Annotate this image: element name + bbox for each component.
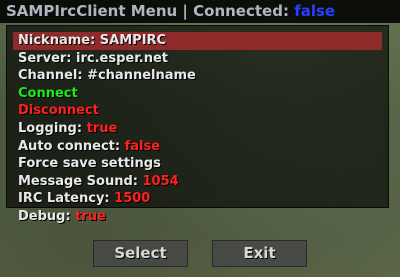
menu-item-label: Server: irc.esper.net xyxy=(18,50,168,66)
menu-item-label: Message Sound: xyxy=(18,173,143,189)
dialog-title: SAMPIrcClient Menu xyxy=(6,2,178,20)
menu-item-value: 1054 xyxy=(142,173,179,189)
menu-item-connect[interactable]: Connect xyxy=(13,85,382,103)
menu-item-message-sound[interactable]: Message Sound: 1054 xyxy=(13,173,382,191)
menu-list: Nickname: SAMPIRC Server: irc.esper.net … xyxy=(13,32,382,226)
menu-item-disconnect[interactable]: Disconnect xyxy=(13,102,382,120)
menu-item-debug[interactable]: Debug: true xyxy=(13,208,382,226)
menu-item-logging[interactable]: Logging: true xyxy=(13,120,382,138)
title-separator: | xyxy=(177,2,194,20)
menu-item-auto-connect[interactable]: Auto connect: false xyxy=(13,138,382,156)
menu-item-force-save[interactable]: Force save settings xyxy=(13,155,382,173)
menu-item-value: true xyxy=(75,208,106,224)
menu-item-label: Disconnect xyxy=(18,103,99,119)
menu-item-label: Debug: xyxy=(18,208,76,224)
menu-item-value: false xyxy=(124,138,161,154)
menu-item-channel[interactable]: Channel: #channelname xyxy=(13,67,382,85)
menu-item-label: Auto connect: xyxy=(18,138,125,154)
connection-status-label: Connected: xyxy=(193,2,295,20)
menu-item-label: Nickname: SAMPIRC xyxy=(18,33,167,48)
menu-item-server[interactable]: Server: irc.esper.net xyxy=(13,50,382,68)
menu-item-label: Channel: #channelname xyxy=(18,68,196,84)
menu-item-label: Connect xyxy=(18,85,78,101)
menu-item-label: Logging: xyxy=(18,120,87,136)
select-button[interactable]: Select xyxy=(93,240,188,267)
menu-item-value: 1500 xyxy=(114,191,151,207)
exit-button[interactable]: Exit xyxy=(212,240,307,267)
menu-dialog: SAMPIrcClient Menu | Connected: false Ni… xyxy=(0,0,400,224)
menu-item-value: true xyxy=(86,120,118,136)
menu-item-irc-latency[interactable]: IRC Latency: 1500 xyxy=(13,190,382,208)
connection-status-value: false xyxy=(294,2,336,20)
dialog-title-bar: SAMPIrcClient Menu | Connected: false xyxy=(0,0,400,23)
menu-list-panel: Nickname: SAMPIRC Server: irc.esper.net … xyxy=(6,25,389,224)
menu-item-nickname[interactable]: Nickname: SAMPIRC xyxy=(13,32,382,50)
menu-item-label: Force save settings xyxy=(18,156,161,172)
menu-item-label: IRC Latency: xyxy=(18,191,115,207)
